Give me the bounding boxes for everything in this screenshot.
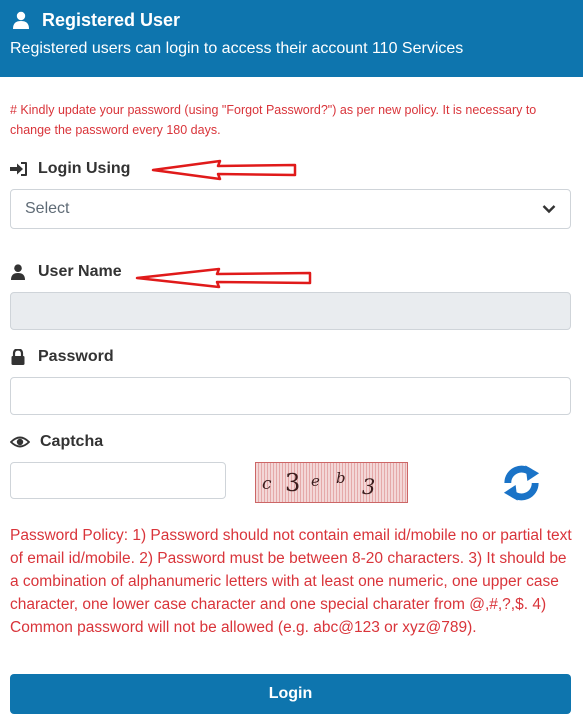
password-label: Password xyxy=(38,348,114,365)
captcha-label-row: Captcha xyxy=(10,433,103,451)
sign-in-icon xyxy=(10,162,27,176)
login-using-select[interactable]: Select xyxy=(10,189,571,229)
password-label-row: Password xyxy=(10,348,114,366)
captcha-char: 3 xyxy=(362,475,376,499)
captcha-image: c 3 e b 3 xyxy=(255,462,408,503)
header-subtitle: Registered users can login to access the… xyxy=(10,40,464,57)
header-title: Registered User xyxy=(42,9,181,30)
user-icon xyxy=(11,264,25,280)
red-arrow-annotation xyxy=(151,159,297,181)
captcha-char: c xyxy=(262,474,272,494)
login-using-label-row: Login Using xyxy=(10,160,130,178)
lock-icon xyxy=(11,349,25,365)
eye-icon xyxy=(10,436,30,448)
captcha-label: Captcha xyxy=(40,433,104,450)
refresh-icon[interactable] xyxy=(500,463,543,503)
chevron-down-icon xyxy=(542,205,556,214)
password-policy-text: Password Policy: 1) Password should not … xyxy=(10,527,572,636)
red-arrow-annotation xyxy=(135,267,312,289)
header-title-row: Registered User xyxy=(10,9,573,31)
captcha-char: b xyxy=(336,469,346,487)
captcha-input[interactable] xyxy=(10,462,226,499)
user-icon xyxy=(13,11,29,29)
password-update-notice: # Kindly update your password (using "Fo… xyxy=(10,103,537,137)
user-name-label: User Name xyxy=(38,263,122,280)
captcha-char: 3 xyxy=(285,469,301,497)
login-using-selected-value: Select xyxy=(25,200,70,217)
user-name-label-row: User Name xyxy=(10,263,122,281)
login-button[interactable]: Login xyxy=(10,674,571,714)
password-input[interactable] xyxy=(10,377,571,415)
login-using-label: Login Using xyxy=(38,160,131,177)
captcha-char: e xyxy=(311,472,320,490)
header-bar: Registered User Registered users can log… xyxy=(0,0,583,77)
user-name-input[interactable] xyxy=(10,292,571,330)
